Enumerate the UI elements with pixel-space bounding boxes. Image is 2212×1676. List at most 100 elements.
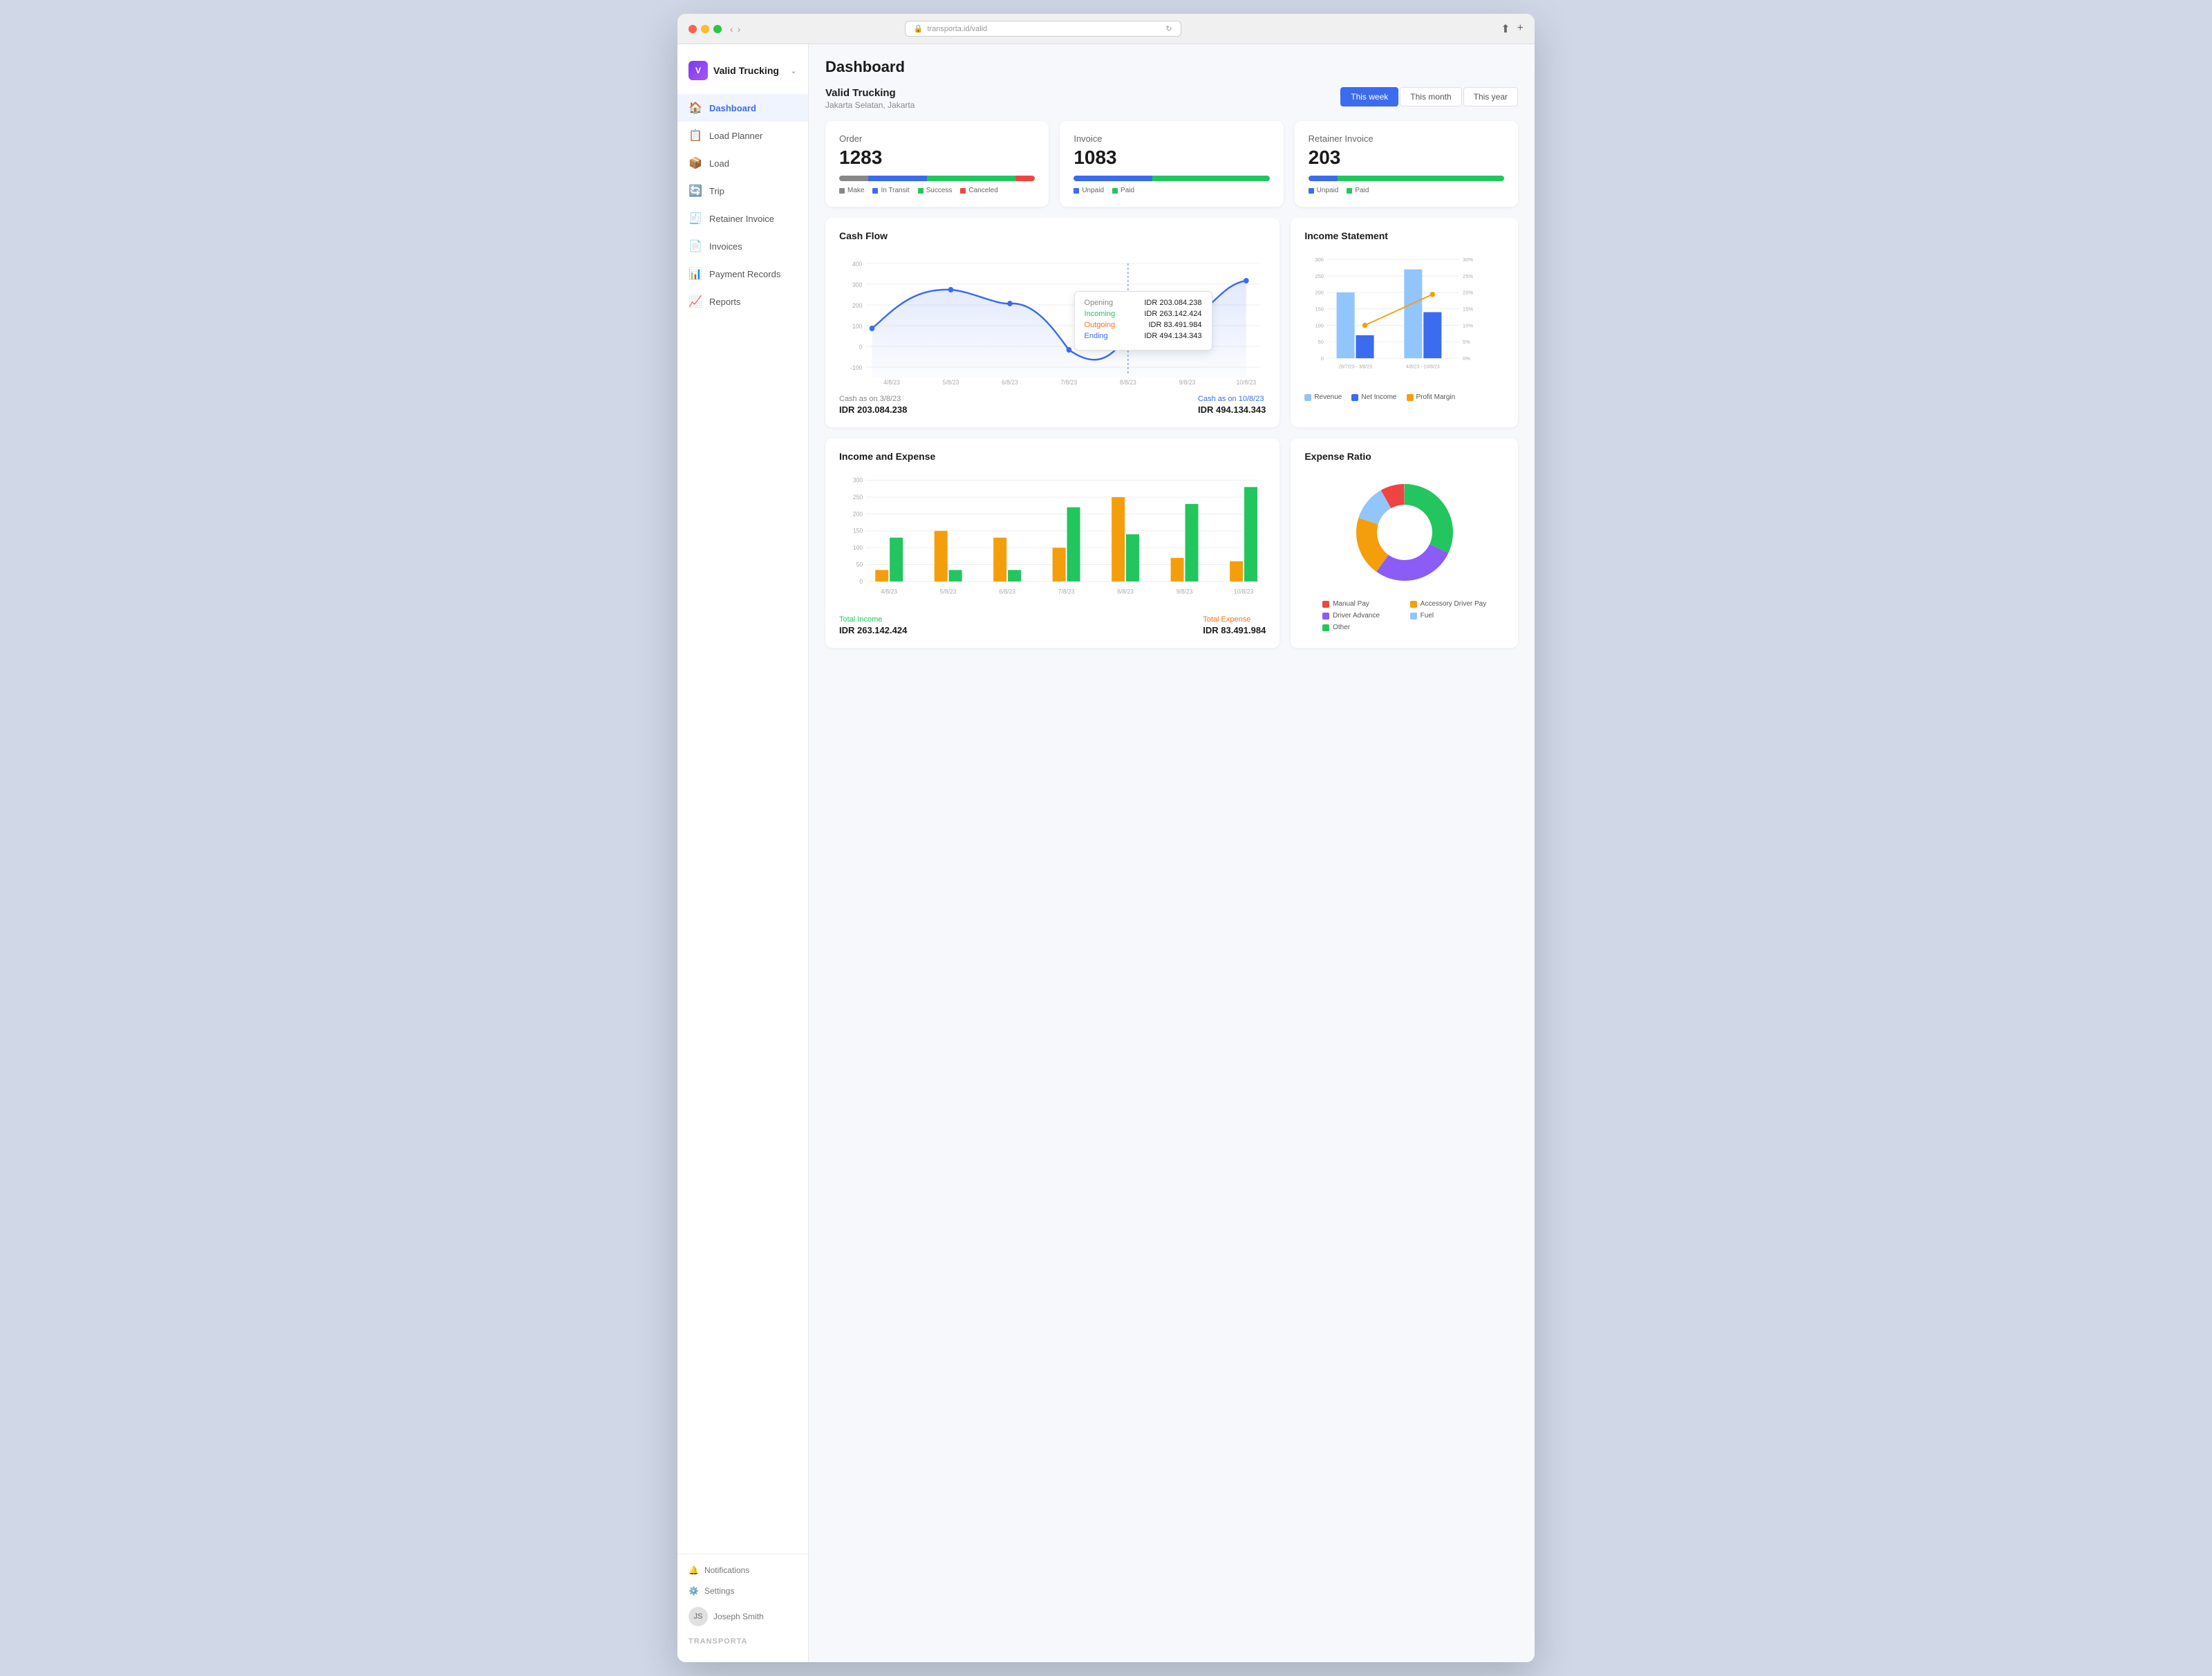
- svg-text:30%: 30%: [1463, 257, 1473, 263]
- sidebar-item-retainer[interactable]: 🧾 Retainer Invoice: [677, 205, 808, 232]
- cashflow-dot-3: [1007, 301, 1013, 306]
- sidebar-item-reports[interactable]: 📈 Reports: [677, 288, 808, 315]
- sidebar-item-reports-label: Reports: [709, 297, 741, 307]
- order-legend: Make In Transit Success Canceled: [839, 187, 1035, 194]
- ie-bar-7-income: [1244, 487, 1257, 581]
- legend-net-income: Net Income: [1351, 393, 1396, 401]
- charts-row: Cash Flow Opening IDR 203.084.238 Incomi…: [825, 218, 1518, 427]
- other-label: Other: [1333, 624, 1350, 631]
- svg-text:100: 100: [852, 323, 862, 330]
- retainer-segment-paid: [1338, 176, 1504, 181]
- back-arrow[interactable]: ‹: [730, 24, 733, 35]
- profit-margin-line: [1365, 295, 1433, 326]
- sidebar-item-load-planner[interactable]: 📋 Load Planner: [677, 122, 808, 149]
- order-segment-intransit: [868, 176, 927, 181]
- canceled-label: Canceled: [968, 187, 997, 194]
- ie-bar-3-expense: [993, 538, 1006, 581]
- ie-bar-6-expense: [1171, 558, 1184, 581]
- invoice-segment-unpaid: [1074, 176, 1152, 181]
- this-month-button[interactable]: This month: [1400, 87, 1461, 106]
- page-title: Dashboard: [825, 58, 1518, 76]
- tooltip-opening-row: Opening IDR 203.084.238: [1085, 299, 1202, 307]
- svg-text:300: 300: [1315, 257, 1324, 263]
- trip-icon: 🔄: [688, 184, 702, 198]
- donut-legend-accessory: Accessory Driver Pay: [1410, 600, 1487, 608]
- fuel-dot: [1410, 613, 1417, 620]
- svg-text:5%: 5%: [1463, 339, 1470, 345]
- total-income-value: IDR 263.142.424: [839, 625, 907, 635]
- footer-brand-text: TRANSPORTA: [688, 1637, 748, 1646]
- profit-margin-legend-label: Profit Margin: [1416, 393, 1456, 401]
- bar-period2-netincome: [1424, 312, 1442, 358]
- bar-period1-revenue: [1337, 292, 1355, 358]
- forward-arrow[interactable]: ›: [738, 24, 741, 35]
- cashflow-tooltip: Opening IDR 203.084.238 Incoming IDR 263…: [1074, 291, 1212, 351]
- cashflow-end-label[interactable]: Cash as on 10/8/23: [1198, 395, 1266, 403]
- close-button[interactable]: [688, 25, 697, 33]
- ie-bar-2-expense: [935, 531, 948, 581]
- svg-text:250: 250: [853, 494, 863, 501]
- sidebar-item-invoices[interactable]: 📄 Invoices: [677, 232, 808, 260]
- svg-text:6/8/23: 6/8/23: [1002, 379, 1018, 386]
- sidebar-item-payment-records[interactable]: 📊 Payment Records: [677, 260, 808, 288]
- invoice-progress-bar: [1074, 176, 1269, 181]
- sidebar-item-load-label: Load: [709, 158, 729, 169]
- minimize-button[interactable]: [701, 25, 709, 33]
- svg-text:4/8/23: 4/8/23: [881, 588, 897, 595]
- invoice-paid-label: Paid: [1121, 187, 1134, 194]
- settings-item[interactable]: ⚙️ Settings: [688, 1581, 797, 1601]
- address-bar[interactable]: 🔒 transporta.id/valid ↻: [905, 21, 1181, 37]
- reports-icon: 📈: [688, 295, 702, 308]
- svg-text:25%: 25%: [1463, 273, 1473, 279]
- order-segment-success: [927, 176, 1015, 181]
- retainer-legend: Unpaid Paid: [1309, 187, 1504, 194]
- total-expense: Total Expense IDR 83.491.984: [1203, 615, 1266, 635]
- sidebar-item-trip[interactable]: 🔄 Trip: [677, 177, 808, 205]
- svg-text:0: 0: [859, 578, 863, 585]
- make-dot: [839, 188, 845, 194]
- cashflow-end: Cash as on 10/8/23 IDR 494.134.343: [1198, 395, 1266, 415]
- retainer-card: Retainer Invoice 203 Unpaid Paid: [1295, 121, 1518, 207]
- order-segment-make: [839, 176, 868, 181]
- tooltip-ending-row: Ending IDR 494.134.343: [1085, 332, 1202, 340]
- legend-invoice-paid: Paid: [1112, 187, 1134, 194]
- invoices-icon: 📄: [688, 239, 702, 253]
- svg-text:0: 0: [859, 344, 862, 351]
- legend-success: Success: [918, 187, 953, 194]
- bottom-row: Income and Expense 300: [825, 438, 1518, 648]
- user-profile-item[interactable]: JS Joseph Smith: [688, 1601, 797, 1632]
- svg-text:50: 50: [856, 561, 863, 568]
- svg-text:250: 250: [1315, 273, 1324, 279]
- sidebar-brand[interactable]: V Valid Trucking ⌄: [677, 55, 808, 94]
- maximize-button[interactable]: [713, 25, 722, 33]
- browser-chrome: ‹ › 🔒 transporta.id/valid ↻ ⬆ +: [677, 14, 1535, 44]
- retainer-label: Retainer Invoice: [1309, 133, 1504, 144]
- payment-records-icon: 📊: [688, 267, 702, 281]
- brand-name: Valid Trucking: [713, 65, 779, 76]
- legend-invoice-unpaid: Unpaid: [1074, 187, 1104, 194]
- notifications-item[interactable]: 🔔 Notifications: [688, 1560, 797, 1581]
- svg-text:4/8/23: 4/8/23: [883, 379, 900, 386]
- tooltip-ending-value: IDR 494.134.343: [1144, 332, 1201, 340]
- load-planner-icon: 📋: [688, 129, 702, 142]
- cashflow-footnote: Cash as on 3/8/23 IDR 203.084.238 Cash a…: [839, 395, 1266, 415]
- profit-margin-dot-1: [1362, 323, 1367, 328]
- sidebar-item-dashboard[interactable]: 🏠 Dashboard: [677, 94, 808, 122]
- new-tab-icon[interactable]: +: [1517, 22, 1524, 36]
- income-svg: 300 250 200 150 100 50 0 30% 25% 20% 15%: [1304, 250, 1504, 388]
- total-expense-amount: IDR 83.491.984: [1203, 625, 1266, 635]
- this-week-button[interactable]: This week: [1340, 87, 1398, 106]
- retainer-paid-label: Paid: [1355, 187, 1369, 194]
- cashflow-start: Cash as on 3/8/23 IDR 203.084.238: [839, 395, 907, 415]
- svg-text:7/8/23: 7/8/23: [1058, 588, 1075, 595]
- nav-arrows: ‹ ›: [730, 24, 740, 35]
- this-year-button[interactable]: This year: [1463, 87, 1518, 106]
- income-statement-card: Income Statement 300: [1291, 218, 1518, 427]
- sidebar-item-trip-label: Trip: [709, 186, 724, 196]
- legend-canceled: Canceled: [960, 187, 997, 194]
- cashflow-start-value: IDR 203.084.238: [839, 404, 907, 415]
- ie-bar-4-expense: [1053, 548, 1066, 581]
- share-icon[interactable]: ⬆: [1501, 22, 1510, 36]
- footer-brand: TRANSPORTA: [688, 1637, 797, 1646]
- sidebar-item-load[interactable]: 📦 Load: [677, 149, 808, 177]
